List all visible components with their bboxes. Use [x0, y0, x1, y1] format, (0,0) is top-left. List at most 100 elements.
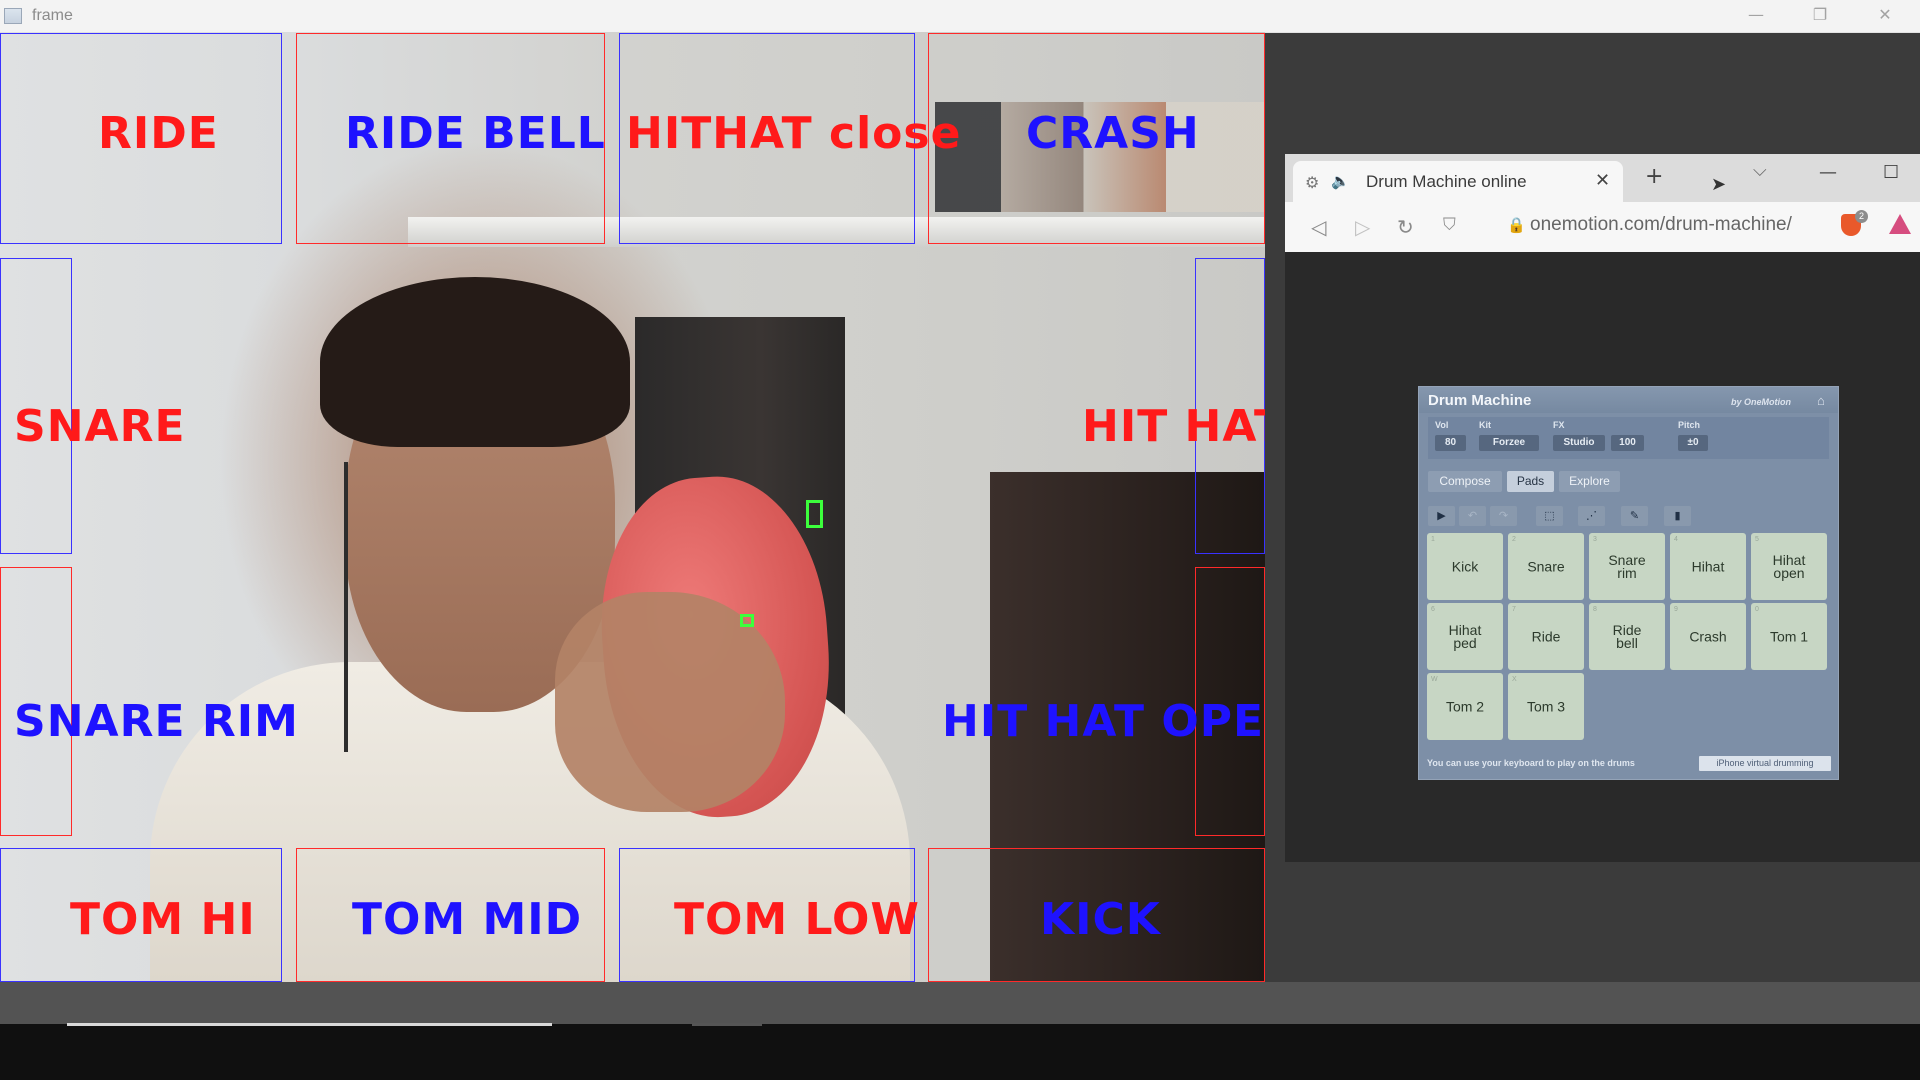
camera-frame: RIDE RIDE BELL HITHAT close CRASH SNARE … — [0, 32, 1265, 982]
zone-label-hithat-close: HITHAT close — [626, 108, 962, 159]
select-icon[interactable]: ⬚ — [1536, 506, 1563, 526]
fx-value[interactable]: Studio — [1553, 435, 1605, 451]
drum-machine-header: Drum Machine by OneMotion ⌂ — [1419, 387, 1838, 413]
browser-address-bar: ◁ ▷ ↻ ⛉ 🔒 onemotion.com/drum-machine/ 2 — [1285, 202, 1920, 252]
drum-pad[interactable]: W Tom 2 — [1427, 673, 1503, 740]
redo-icon[interactable]: ↷ — [1490, 506, 1517, 526]
zone-label-hit-hat: HIT HAT — [1082, 401, 1265, 452]
pad-key-hint: 0 — [1755, 606, 1759, 613]
file-icon[interactable]: ▮ — [1664, 506, 1691, 526]
fx-amount-value[interactable]: 100 — [1611, 435, 1644, 451]
zone-label-crash: CRASH — [1026, 108, 1200, 159]
iphone-virtual-drumming-button[interactable]: iPhone virtual drumming — [1699, 756, 1831, 771]
reload-icon[interactable]: ↻ — [1397, 215, 1414, 239]
pad-key-hint: 1 — [1431, 536, 1435, 543]
tab-pads[interactable]: Pads — [1507, 471, 1554, 492]
drum-pad[interactable]: 8 Ride bell — [1589, 603, 1665, 670]
pad-key-hint: X — [1512, 676, 1517, 683]
pad-label: Snare rim — [1608, 551, 1646, 581]
brave-shield-badge: 2 — [1855, 210, 1868, 223]
pad-label: Ride bell — [1612, 621, 1642, 651]
pad-key-hint: 4 — [1674, 536, 1678, 543]
url-field[interactable]: onemotion.com/drum-machine/ — [1530, 214, 1792, 236]
window-minimize-button[interactable]: — — [1726, 0, 1786, 32]
drum-pad[interactable]: 6 Hihat ped — [1427, 603, 1503, 670]
site-favicon-icon: ⚙ — [1305, 175, 1320, 192]
pad-key-hint: 5 — [1755, 536, 1759, 543]
kit-value[interactable]: Forzee — [1479, 435, 1539, 451]
back-arrow-icon[interactable]: ◁ — [1311, 215, 1326, 239]
zone-label-tom-hi: TOM HI — [70, 894, 256, 945]
drum-pad[interactable]: 1 Kick — [1427, 533, 1503, 600]
earphone-wire — [344, 462, 348, 752]
undo-icon[interactable]: ↶ — [1459, 506, 1486, 526]
pad-label: Tom 1 — [1769, 628, 1809, 644]
drum-pad[interactable]: 9 Crash — [1670, 603, 1746, 670]
pad-label: Crash — [1689, 628, 1727, 644]
pitch-value[interactable]: ±0 — [1678, 435, 1708, 451]
play-icon[interactable]: ▶ — [1428, 506, 1455, 526]
zone-label-snare: SNARE — [14, 401, 186, 452]
speaker-icon[interactable]: 🔈 — [1331, 172, 1350, 190]
person-hair — [320, 277, 630, 447]
mouse-cursor-icon: ➤ — [1711, 174, 1727, 194]
vol-value[interactable]: 80 — [1435, 435, 1466, 451]
pad-key-hint: 2 — [1512, 536, 1516, 543]
zone-label-ride: RIDE — [98, 108, 219, 159]
window-restore-button[interactable]: ❐ — [1790, 0, 1850, 32]
pad-label: Hihat open — [1772, 551, 1806, 581]
new-tab-button[interactable]: + — [1645, 164, 1663, 189]
control-label-vol: Vol — [1435, 420, 1449, 430]
pad-label: Ride — [1531, 628, 1561, 644]
browser-tab[interactable]: ⚙ 🔈 Drum Machine online ✕ — [1293, 161, 1623, 202]
pad-label: Hihat — [1691, 558, 1725, 574]
tab-explore[interactable]: Explore — [1559, 471, 1620, 492]
drum-pad[interactable]: 3 Snare rim — [1589, 533, 1665, 600]
browser-maximize-button[interactable]: ☐ — [1883, 162, 1899, 183]
tab-search-chevron-icon[interactable]: ⌵ — [1753, 160, 1767, 181]
drum-machine-byline[interactable]: by OneMotion — [1731, 397, 1791, 407]
window-close-button[interactable]: ✕ — [1855, 0, 1915, 32]
drum-pad[interactable]: 5 Hihat open — [1751, 533, 1827, 600]
lock-icon[interactable]: 🔒 — [1507, 216, 1526, 234]
pad-key-hint: 7 — [1512, 606, 1516, 613]
zone-label-ride-bell: RIDE BELL — [345, 108, 606, 159]
zone-label-hit-hat-open: HIT HAT OPEN — [942, 696, 1265, 747]
drum-machine-panel: Drum Machine by OneMotion ⌂ Vol Kit FX P… — [1418, 386, 1839, 780]
browser-window: ⚙ 🔈 Drum Machine online ✕ + ➤ ⌵ — ☐ ◁ ▷ … — [1285, 154, 1920, 862]
pad-label: Hihat ped — [1448, 621, 1482, 651]
tab-title: Drum Machine online — [1366, 172, 1527, 191]
browser-minimize-button[interactable]: — — [1819, 162, 1837, 183]
drum-pad[interactable]: 0 Tom 1 — [1751, 603, 1827, 670]
drum-pad[interactable]: 7 Ride — [1508, 603, 1584, 670]
taskbar — [0, 1024, 1920, 1080]
video-progress-marker — [692, 1023, 762, 1026]
brave-rewards-icon[interactable] — [1889, 214, 1911, 234]
control-label-kit: Kit — [1479, 420, 1491, 430]
home-icon[interactable]: ⌂ — [1817, 393, 1825, 408]
app-icon — [4, 8, 22, 24]
forward-arrow-icon[interactable]: ▷ — [1355, 215, 1370, 239]
window-titlebar: frame — ❐ ✕ — [0, 0, 1920, 33]
drum-pad[interactable]: X Tom 3 — [1508, 673, 1584, 740]
zone-label-tom-mid: TOM MID — [352, 894, 583, 945]
pad-key-hint: 3 — [1593, 536, 1597, 543]
bottom-strip — [0, 982, 1920, 1024]
wrench-icon[interactable]: ✎ — [1621, 506, 1648, 526]
control-label-fx: FX — [1553, 420, 1565, 430]
zone-label-kick: KICK — [1040, 894, 1161, 945]
pad-grid: 1 Kick 2 Snare 3 Snare rim 4 Hihat 5 Hihat open 6 H… — [1427, 533, 1831, 753]
zone-label-tom-low: TOM LOW — [674, 894, 920, 945]
pattern-icon[interactable]: ⋰ — [1578, 506, 1605, 526]
drum-pad[interactable]: 4 Hihat — [1670, 533, 1746, 600]
tab-close-icon[interactable]: ✕ — [1595, 170, 1610, 191]
pad-key-hint: W — [1431, 676, 1438, 683]
drum-pad[interactable]: 2 Snare — [1508, 533, 1584, 600]
tracking-box — [806, 500, 823, 528]
tab-compose[interactable]: Compose — [1428, 471, 1502, 492]
pad-label: Kick — [1451, 558, 1479, 574]
pad-key-hint: 6 — [1431, 606, 1435, 613]
video-progress-bar[interactable] — [67, 1023, 552, 1026]
bookmark-icon[interactable]: ⛉ — [1443, 215, 1456, 235]
control-label-pitch: Pitch — [1678, 420, 1701, 430]
